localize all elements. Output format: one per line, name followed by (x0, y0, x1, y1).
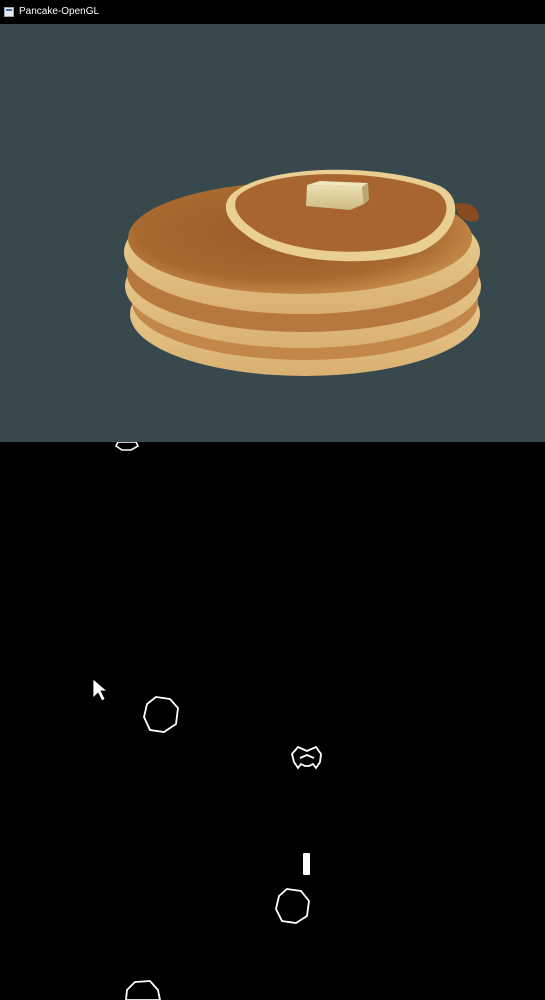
projectile (303, 853, 310, 875)
opengl-viewport[interactable] (0, 24, 545, 442)
asteroid-2 (143, 696, 179, 733)
asteroid-1 (114, 442, 140, 451)
arrow-cursor-icon (92, 678, 109, 702)
asteroids-game-area[interactable] (0, 442, 545, 1000)
asteroid-3 (275, 888, 310, 924)
enemy-saucer (291, 745, 322, 770)
app-window-icon (4, 7, 14, 17)
window-titlebar[interactable]: Pancake-OpenGL (0, 0, 545, 24)
window-title: Pancake-OpenGL (19, 6, 100, 17)
butter-pat (306, 181, 369, 210)
pancake-scene (124, 169, 481, 376)
asteroid-4 (125, 980, 161, 1000)
game-canvas (92, 442, 322, 1000)
